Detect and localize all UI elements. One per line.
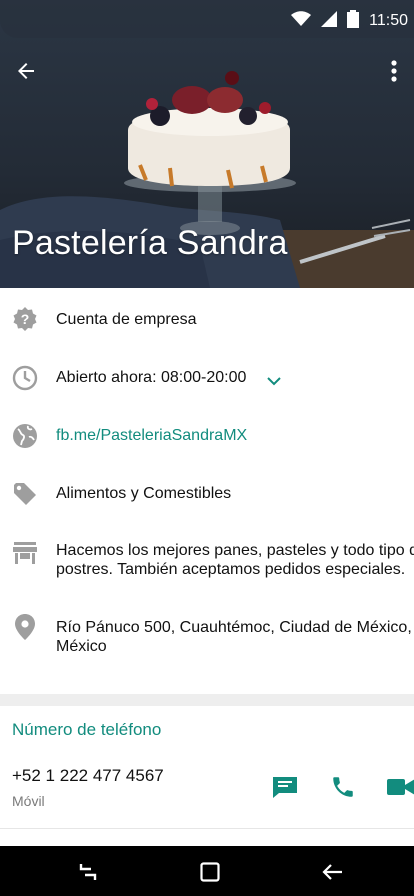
message-icon (273, 777, 297, 798)
phone-type-label: Móvil (12, 793, 45, 809)
status-time: 11:50 (369, 12, 408, 29)
arrow-left-icon (18, 63, 34, 79)
hours-text: Abierto ahora: 08:00-20:00 (56, 369, 247, 386)
video-icon (387, 779, 414, 795)
website-link[interactable]: fb.me/PasteleriaSandraMX (56, 427, 247, 445)
business-name: Pastelería Sandra (12, 224, 288, 262)
account-type-text: Cuenta de empresa (56, 311, 197, 328)
chevron-down-icon[interactable] (265, 372, 283, 390)
more-vert-icon (391, 60, 397, 82)
back-button[interactable] (10, 55, 42, 87)
address-text: Río Pánuco 500, Cuauhtémoc, Ciudad de Mé… (56, 618, 412, 656)
recents-button[interactable] (76, 860, 100, 884)
system-back-icon (322, 864, 342, 880)
bottom-divider (0, 828, 414, 829)
phone-number[interactable]: +52 1 222 477 4567 (12, 766, 164, 786)
globe-icon (13, 424, 37, 448)
system-back-button[interactable] (320, 860, 344, 884)
phone-section: Número de teléfono +52 1 222 477 4567 Mó… (0, 706, 414, 846)
address-line-1: Río Pánuco 500, Cuauhtémoc, Ciudad de Mé… (56, 619, 412, 636)
svg-text:?: ? (21, 311, 30, 327)
battery-icon (347, 9, 360, 33)
video-call-button[interactable] (386, 772, 414, 802)
phone-icon (333, 777, 353, 797)
tag-icon (14, 483, 36, 505)
section-divider (0, 694, 414, 706)
message-button[interactable] (270, 772, 300, 802)
help-badge-icon: ? (13, 307, 37, 331)
description-text: Hacemos los mejores panes, pasteles y to… (56, 541, 414, 579)
header-photo: 11:50 Pastelería Sandra (0, 0, 414, 288)
signal-icon (321, 10, 338, 32)
description-line-2: postres. También aceptamos pedidos espec… (56, 561, 406, 578)
phone-section-title: Número de teléfono (12, 720, 162, 739)
home-square-icon (200, 862, 220, 882)
recents-icon (79, 864, 97, 880)
wifi-icon (291, 10, 312, 32)
store-icon (13, 542, 37, 564)
call-button[interactable] (328, 772, 358, 802)
system-nav-bar (0, 846, 414, 896)
address-line-2: México (56, 638, 107, 655)
status-bar: 11:50 (0, 0, 414, 38)
category-text: Alimentos y Comestibles (56, 485, 232, 502)
more-options-button[interactable] (380, 55, 408, 87)
home-button[interactable] (198, 860, 222, 884)
description-line-1: Hacemos los mejores panes, pasteles y to… (56, 542, 414, 559)
clock-icon (12, 365, 38, 391)
location-pin-icon (15, 614, 35, 640)
